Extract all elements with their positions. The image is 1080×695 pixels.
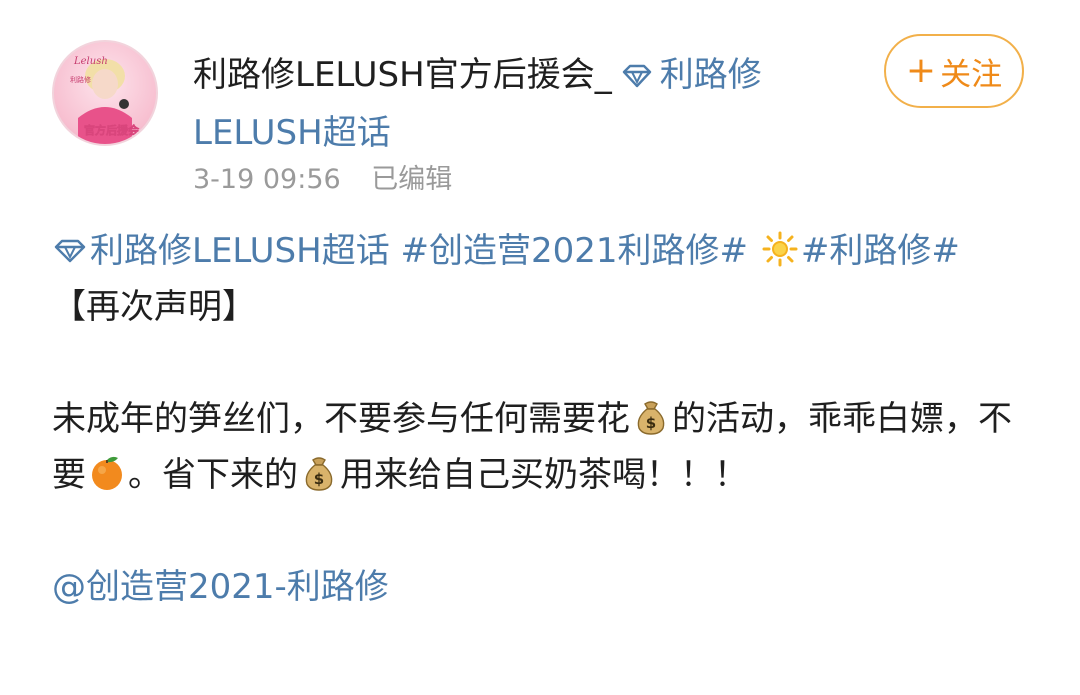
- post-heading: 【再次声明】: [52, 287, 256, 327]
- super-topic-tag[interactable]: 利路修LELUSH超话: [90, 231, 390, 271]
- timestamp: 3-19 09:56: [193, 164, 341, 195]
- tangerine-icon: [92, 456, 122, 490]
- mention-line: @创造营2021-利路修: [52, 559, 1032, 615]
- follow-button[interactable]: + 关注: [884, 34, 1024, 108]
- edited-label[interactable]: 已编辑: [371, 164, 452, 195]
- post-body: 未成年的笋丝们，不要参与任何需要花 $ 的活动，乖乖白嫖，不要 。省下来的 $ 用来给自己…: [52, 391, 1032, 503]
- body-text-4: 用来给自己买奶茶喝！！！: [340, 455, 748, 495]
- plus-icon: +: [905, 50, 937, 91]
- follow-button-label: 关注: [940, 56, 1003, 93]
- avatar-caption-top: Lelush: [73, 56, 108, 67]
- svg-text:$: $: [646, 414, 656, 432]
- mention-link[interactable]: @创造营2021-利路修: [52, 567, 389, 607]
- author-line: 利路修LELUSH官方后援会_ 利路修LELUSH超话: [193, 46, 853, 162]
- body-text-3: 。省下来的: [128, 455, 298, 495]
- hashtag-chuangzaoying[interactable]: #创造营2021利路修#: [401, 231, 749, 271]
- hashtag-lelush[interactable]: #利路修#: [801, 231, 960, 271]
- author-name[interactable]: 利路修LELUSH官方后援会_: [193, 55, 612, 95]
- avatar-caption-bottom: 官方后援会: [84, 123, 140, 137]
- avatar-caption-mid: 利路修: [70, 75, 91, 84]
- money-bag-icon: $: [637, 401, 665, 435]
- sun-icon: [762, 231, 798, 267]
- diamond-icon: [54, 239, 86, 263]
- post-meta: 3-19 09:56 已编辑: [193, 160, 452, 200]
- tags-line: 利路修LELUSH超话 #创造营2021利路修# #利路修#: [52, 223, 1032, 279]
- weibo-post: Lelush 利路修 官方后援会 利路修LELUSH官方后援会_ 利路修LELUS…: [0, 0, 1080, 695]
- svg-text:$: $: [314, 470, 324, 488]
- avatar-image: Lelush 利路修 官方后援会: [70, 56, 140, 144]
- diamond-icon: [622, 64, 651, 88]
- avatar[interactable]: Lelush 利路修 官方后援会: [52, 40, 158, 146]
- money-bag-icon: $: [305, 457, 333, 491]
- body-text-1: 未成年的笋丝们，不要参与任何需要花: [52, 399, 630, 439]
- post-content: 利路修LELUSH超话 #创造营2021利路修# #利路修# 【再次声明】 未成…: [52, 223, 1032, 615]
